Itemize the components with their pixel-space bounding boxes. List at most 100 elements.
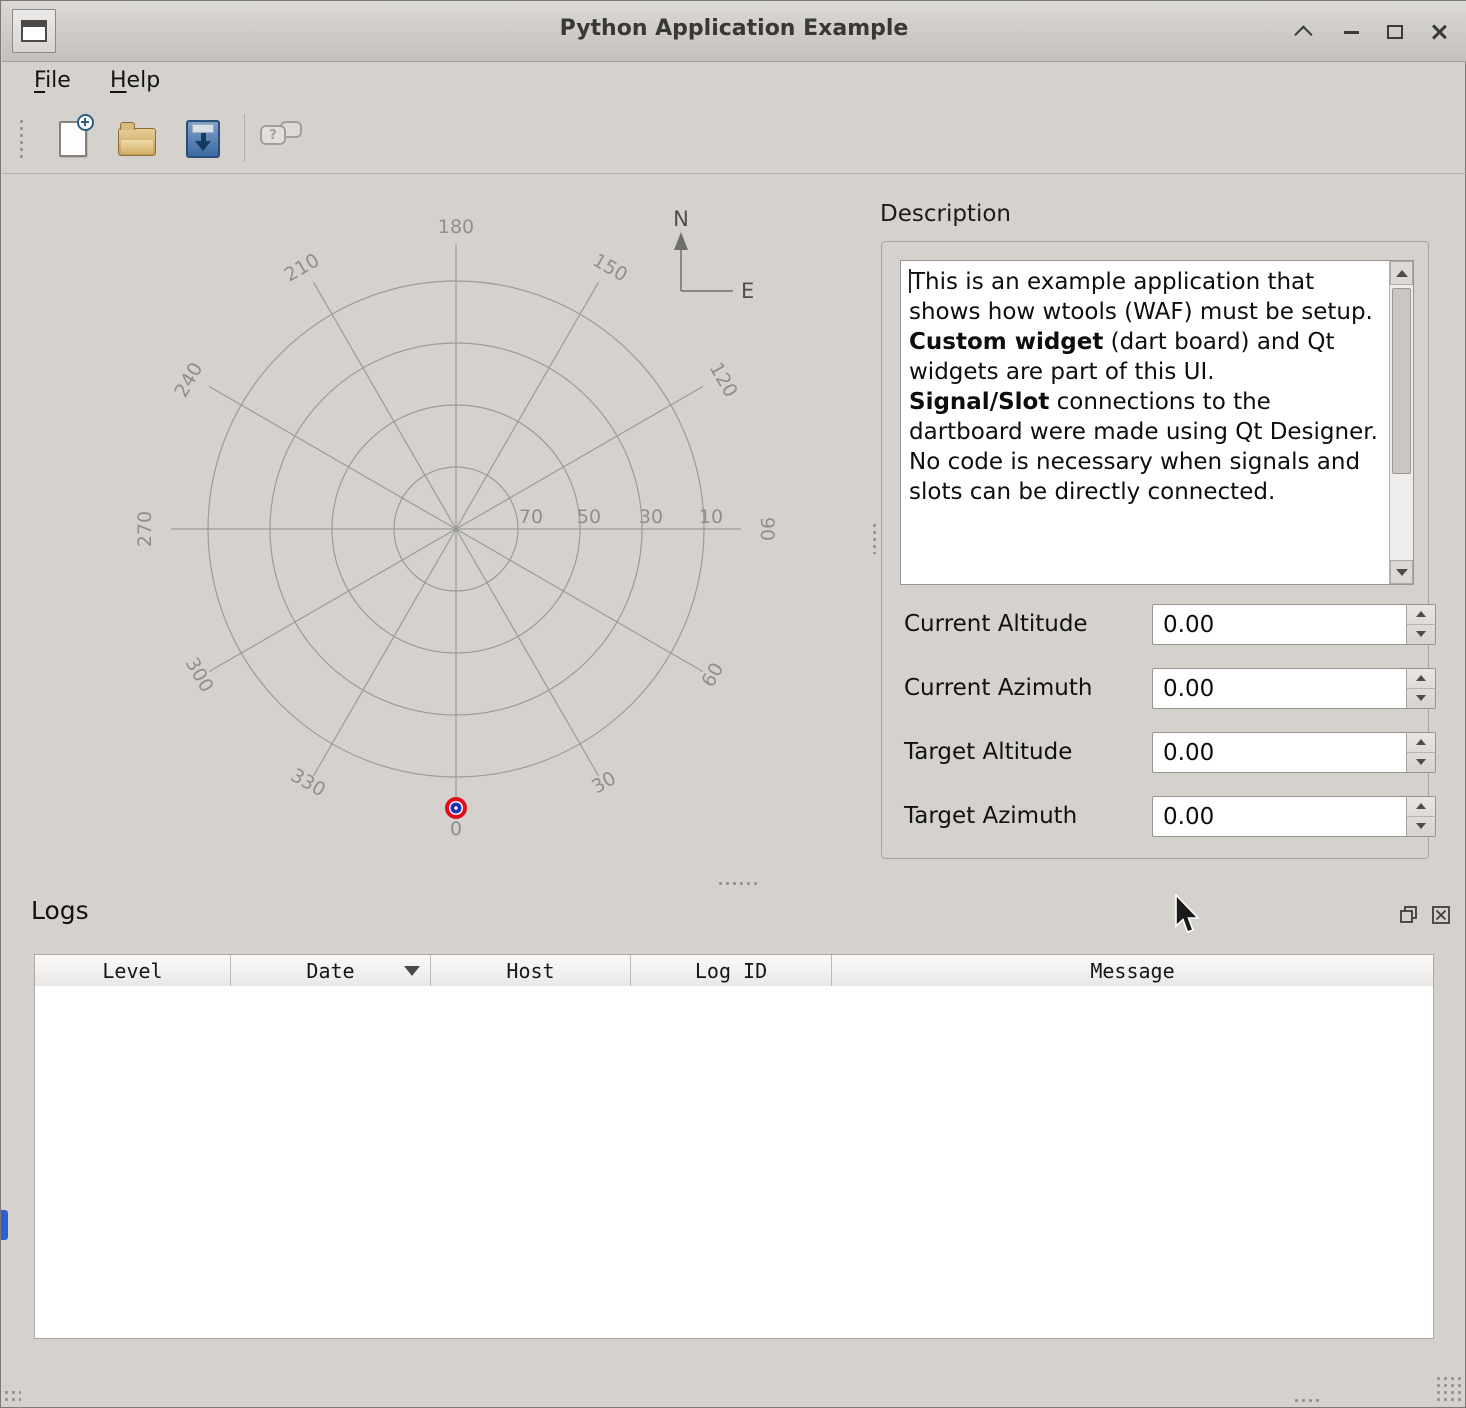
svg-text:0: 0 [450, 818, 462, 840]
current-altitude-row: Current Altitude [904, 604, 1414, 645]
target-azimuth-input[interactable] [1153, 797, 1435, 836]
maximize-button[interactable] [1376, 14, 1414, 50]
shade-button[interactable] [1286, 14, 1324, 50]
spin-down-button[interactable] [1407, 689, 1435, 709]
sort-descending-icon [404, 966, 420, 976]
window-title: Python Application Example [2, 16, 1466, 41]
target-azimuth-row: Target Azimuth [904, 796, 1414, 837]
compass-rose [674, 232, 733, 291]
description-scrollbar[interactable] [1389, 261, 1413, 584]
spin-up-button[interactable] [1407, 797, 1435, 817]
open-folder-icon [118, 128, 156, 156]
column-header-level[interactable]: Level [35, 955, 231, 986]
column-header-message[interactable]: Message [832, 955, 1433, 986]
close-box-icon [1430, 904, 1452, 926]
close-button[interactable] [1420, 14, 1458, 50]
spin-up-button[interactable] [1407, 733, 1435, 753]
svg-text:70: 70 [519, 506, 543, 528]
dartboard-widget[interactable]: 180 150 120 90 60 30 0 330 300 270 240 2… [41, 186, 821, 886]
polar-ring-labels: 70 50 30 10 [519, 506, 723, 528]
current-altitude-label: Current Altitude [904, 604, 1088, 645]
whats-this-button[interactable]: ? [256, 114, 306, 164]
spin-up-button[interactable] [1407, 669, 1435, 689]
spin-buttons [1406, 797, 1435, 836]
target-altitude-row: Target Altitude [904, 732, 1414, 773]
arrow-up-icon [1416, 611, 1426, 617]
dock-float-button[interactable] [1397, 903, 1421, 927]
toolbar-separator [244, 114, 245, 162]
arrow-down-icon [1396, 569, 1408, 576]
log-table-header: Level Date Host Log ID Message [34, 954, 1434, 987]
spin-up-button[interactable] [1407, 605, 1435, 625]
arrow-down-icon [1416, 823, 1426, 829]
minimize-button[interactable] [1332, 14, 1370, 50]
spin-down-button[interactable] [1407, 753, 1435, 773]
column-header-log-id[interactable]: Log ID [631, 955, 832, 986]
column-header-host[interactable]: Host [431, 955, 631, 986]
arrow-up-icon [1416, 739, 1426, 745]
float-icon [1398, 904, 1420, 926]
bottom-handle-dots[interactable] [1293, 1397, 1321, 1404]
arrow-up-icon [1396, 270, 1408, 277]
spin-down-button[interactable] [1407, 817, 1435, 837]
chevron-up-icon [1294, 25, 1312, 43]
target-azimuth-spinbox[interactable] [1152, 796, 1436, 837]
arrow-up-icon [1416, 675, 1426, 681]
maximize-icon [1387, 25, 1403, 39]
mouse-cursor [1173, 894, 1205, 938]
polar-grid [171, 244, 741, 814]
save-icon [186, 120, 220, 158]
toolbar-drag-handle[interactable] [18, 118, 27, 162]
description-group-title: Description [880, 201, 1011, 227]
scrollbar-thumb[interactable] [1392, 288, 1411, 474]
description-text: This is an example application that show… [901, 261, 1389, 584]
position-marker[interactable] [445, 797, 467, 819]
svg-text:240: 240 [170, 359, 207, 401]
menu-file[interactable]: File [24, 62, 81, 102]
save-button[interactable] [178, 114, 228, 164]
title-bar[interactable]: Python Application Example [2, 1, 1466, 62]
spin-buttons [1406, 605, 1435, 644]
current-azimuth-label: Current Azimuth [904, 668, 1092, 709]
bottom-left-grip[interactable] [3, 1389, 21, 1403]
description-text-area[interactable]: This is an example application that show… [900, 260, 1414, 585]
scroll-up-button[interactable] [1390, 261, 1413, 285]
svg-text:60: 60 [697, 659, 728, 691]
left-edge-indicator [1, 1210, 8, 1240]
spin-buttons [1406, 733, 1435, 772]
current-azimuth-input[interactable] [1153, 669, 1435, 708]
new-document-button[interactable] [48, 114, 98, 164]
svg-text:E: E [741, 279, 754, 303]
logs-dock-title: Logs [31, 896, 89, 925]
log-table-body[interactable] [34, 986, 1434, 1339]
arrow-up-icon [1416, 803, 1426, 809]
current-azimuth-spinbox[interactable] [1152, 668, 1436, 709]
column-header-date[interactable]: Date [231, 955, 431, 986]
target-altitude-spinbox[interactable] [1152, 732, 1436, 773]
compass-labels: N E [673, 207, 754, 303]
current-altitude-spinbox[interactable] [1152, 604, 1436, 645]
horizontal-splitter-handle[interactable] [717, 880, 759, 888]
svg-text:150: 150 [589, 249, 631, 286]
target-altitude-input[interactable] [1153, 733, 1435, 772]
svg-text:270: 270 [134, 511, 156, 547]
svg-text:30: 30 [639, 506, 663, 528]
scroll-down-button[interactable] [1390, 560, 1413, 584]
arrow-down-icon [1416, 759, 1426, 765]
svg-text:330: 330 [287, 764, 329, 801]
spin-down-button[interactable] [1407, 625, 1435, 645]
open-button[interactable] [112, 114, 162, 164]
svg-text:10: 10 [699, 506, 723, 528]
menu-help[interactable]: Help [100, 62, 170, 102]
svg-text:180: 180 [438, 216, 474, 238]
dock-close-button[interactable] [1429, 903, 1453, 927]
target-altitude-label: Target Altitude [904, 732, 1072, 773]
svg-text:90: 90 [756, 517, 778, 541]
svg-text:30: 30 [588, 767, 620, 798]
resize-grip[interactable] [1435, 1375, 1461, 1403]
current-altitude-input[interactable] [1153, 605, 1435, 644]
arrow-down-icon [1416, 695, 1426, 701]
vertical-splitter-handle[interactable] [871, 522, 880, 554]
tool-bar: ? [2, 102, 1466, 174]
svg-text:N: N [673, 207, 689, 231]
